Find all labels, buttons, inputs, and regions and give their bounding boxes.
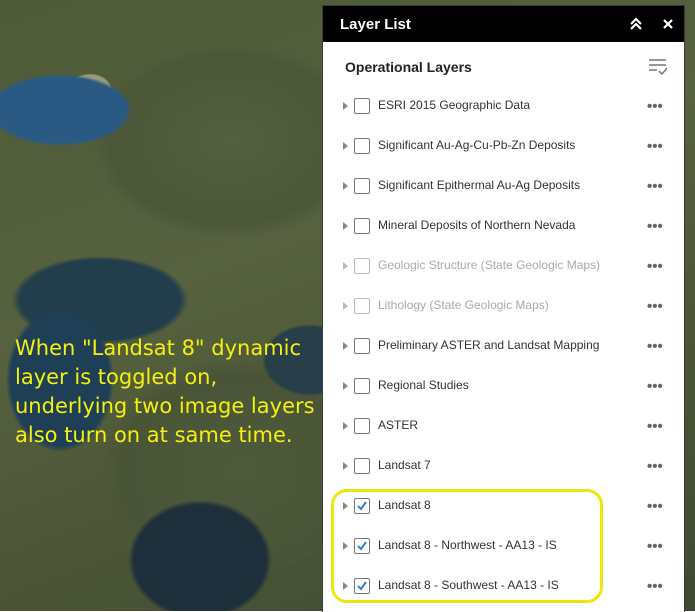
layer-label: ASTER bbox=[378, 418, 419, 432]
layer-label: Significant Epithermal Au-Ag Deposits bbox=[378, 178, 581, 192]
layer-row[interactable]: Mineral Deposits of Northern Nevada ••• bbox=[323, 206, 684, 246]
layer-label: Geologic Structure (State Geologic Maps) bbox=[378, 258, 601, 272]
more-options-icon[interactable]: ••• bbox=[647, 579, 663, 594]
more-options-icon[interactable]: ••• bbox=[647, 459, 663, 474]
more-options-icon[interactable]: ••• bbox=[647, 419, 663, 434]
operational-layers-header: Operational Layers bbox=[323, 42, 684, 92]
more-options-icon[interactable]: ••• bbox=[647, 139, 663, 154]
close-icon bbox=[663, 19, 673, 29]
layer-label: ESRI 2015 Geographic Data bbox=[378, 98, 531, 112]
layer-row[interactable]: Significant Epithermal Au-Ag Deposits ••• bbox=[323, 166, 684, 206]
expand-arrow-icon[interactable] bbox=[343, 102, 348, 110]
layer-visibility-checkbox[interactable] bbox=[354, 218, 370, 234]
expand-arrow-icon[interactable] bbox=[343, 382, 348, 390]
panel-header: Layer List bbox=[323, 6, 684, 42]
more-options-icon[interactable]: ••• bbox=[647, 339, 663, 354]
layer-row[interactable]: Regional Studies ••• bbox=[323, 366, 684, 406]
expand-arrow-icon[interactable] bbox=[343, 262, 348, 270]
layer-row[interactable]: ESRI 2015 Geographic Data ••• bbox=[323, 86, 684, 126]
layer-visibility-checkbox[interactable] bbox=[354, 98, 370, 114]
expand-arrow-icon[interactable] bbox=[343, 342, 348, 350]
more-options-icon[interactable]: ••• bbox=[647, 379, 663, 394]
layer-options-button[interactable] bbox=[647, 57, 669, 77]
layer-row[interactable]: Lithology (State Geologic Maps) ••• bbox=[323, 286, 684, 326]
section-title: Operational Layers bbox=[345, 59, 472, 75]
more-options-icon[interactable]: ••• bbox=[647, 499, 663, 514]
expand-arrow-icon[interactable] bbox=[343, 462, 348, 470]
collapse-button[interactable] bbox=[620, 6, 652, 42]
expand-arrow-icon[interactable] bbox=[343, 302, 348, 310]
layer-label: Mineral Deposits of Northern Nevada bbox=[378, 218, 576, 232]
double-chevron-up-icon bbox=[630, 17, 642, 30]
layer-label: Regional Studies bbox=[378, 378, 469, 392]
panel-title: Layer List bbox=[340, 15, 411, 33]
layer-row[interactable]: Landsat 7 ••• bbox=[323, 446, 684, 486]
layer-row[interactable]: ASTER ••• bbox=[323, 406, 684, 446]
more-options-icon[interactable]: ••• bbox=[647, 539, 663, 554]
more-options-icon[interactable]: ••• bbox=[647, 259, 663, 274]
more-options-icon[interactable]: ••• bbox=[647, 99, 663, 114]
more-options-icon[interactable]: ••• bbox=[647, 179, 663, 194]
layer-visibility-checkbox[interactable] bbox=[354, 138, 370, 154]
expand-arrow-icon[interactable] bbox=[343, 422, 348, 430]
layer-label: Significant Au-Ag-Cu-Pb-Zn Deposits bbox=[378, 138, 576, 152]
list-check-icon bbox=[649, 59, 668, 76]
more-options-icon[interactable]: ••• bbox=[647, 219, 663, 234]
layer-visibility-checkbox[interactable] bbox=[354, 338, 370, 354]
layer-label: Landsat 7 bbox=[378, 458, 431, 472]
layer-visibility-checkbox[interactable] bbox=[354, 458, 370, 474]
layer-row[interactable]: Significant Au-Ag-Cu-Pb-Zn Deposits ••• bbox=[323, 126, 684, 166]
layer-visibility-checkbox[interactable] bbox=[354, 258, 370, 274]
layer-label: Preliminary ASTER and Landsat Mapping bbox=[378, 338, 600, 352]
highlight-box bbox=[331, 489, 603, 603]
layer-visibility-checkbox[interactable] bbox=[354, 378, 370, 394]
layer-visibility-checkbox[interactable] bbox=[354, 418, 370, 434]
layer-label: Lithology (State Geologic Maps) bbox=[378, 298, 549, 312]
more-options-icon[interactable]: ••• bbox=[647, 299, 663, 314]
layer-row[interactable]: Geologic Structure (State Geologic Maps)… bbox=[323, 246, 684, 286]
layer-row[interactable]: Preliminary ASTER and Landsat Mapping ••• bbox=[323, 326, 684, 366]
expand-arrow-icon[interactable] bbox=[343, 142, 348, 150]
close-button[interactable] bbox=[652, 6, 684, 42]
expand-arrow-icon[interactable] bbox=[343, 222, 348, 230]
layer-visibility-checkbox[interactable] bbox=[354, 178, 370, 194]
layer-visibility-checkbox[interactable] bbox=[354, 298, 370, 314]
map-annotation-text: When "Landsat 8" dynamic layer is toggle… bbox=[15, 336, 315, 447]
expand-arrow-icon[interactable] bbox=[343, 182, 348, 190]
